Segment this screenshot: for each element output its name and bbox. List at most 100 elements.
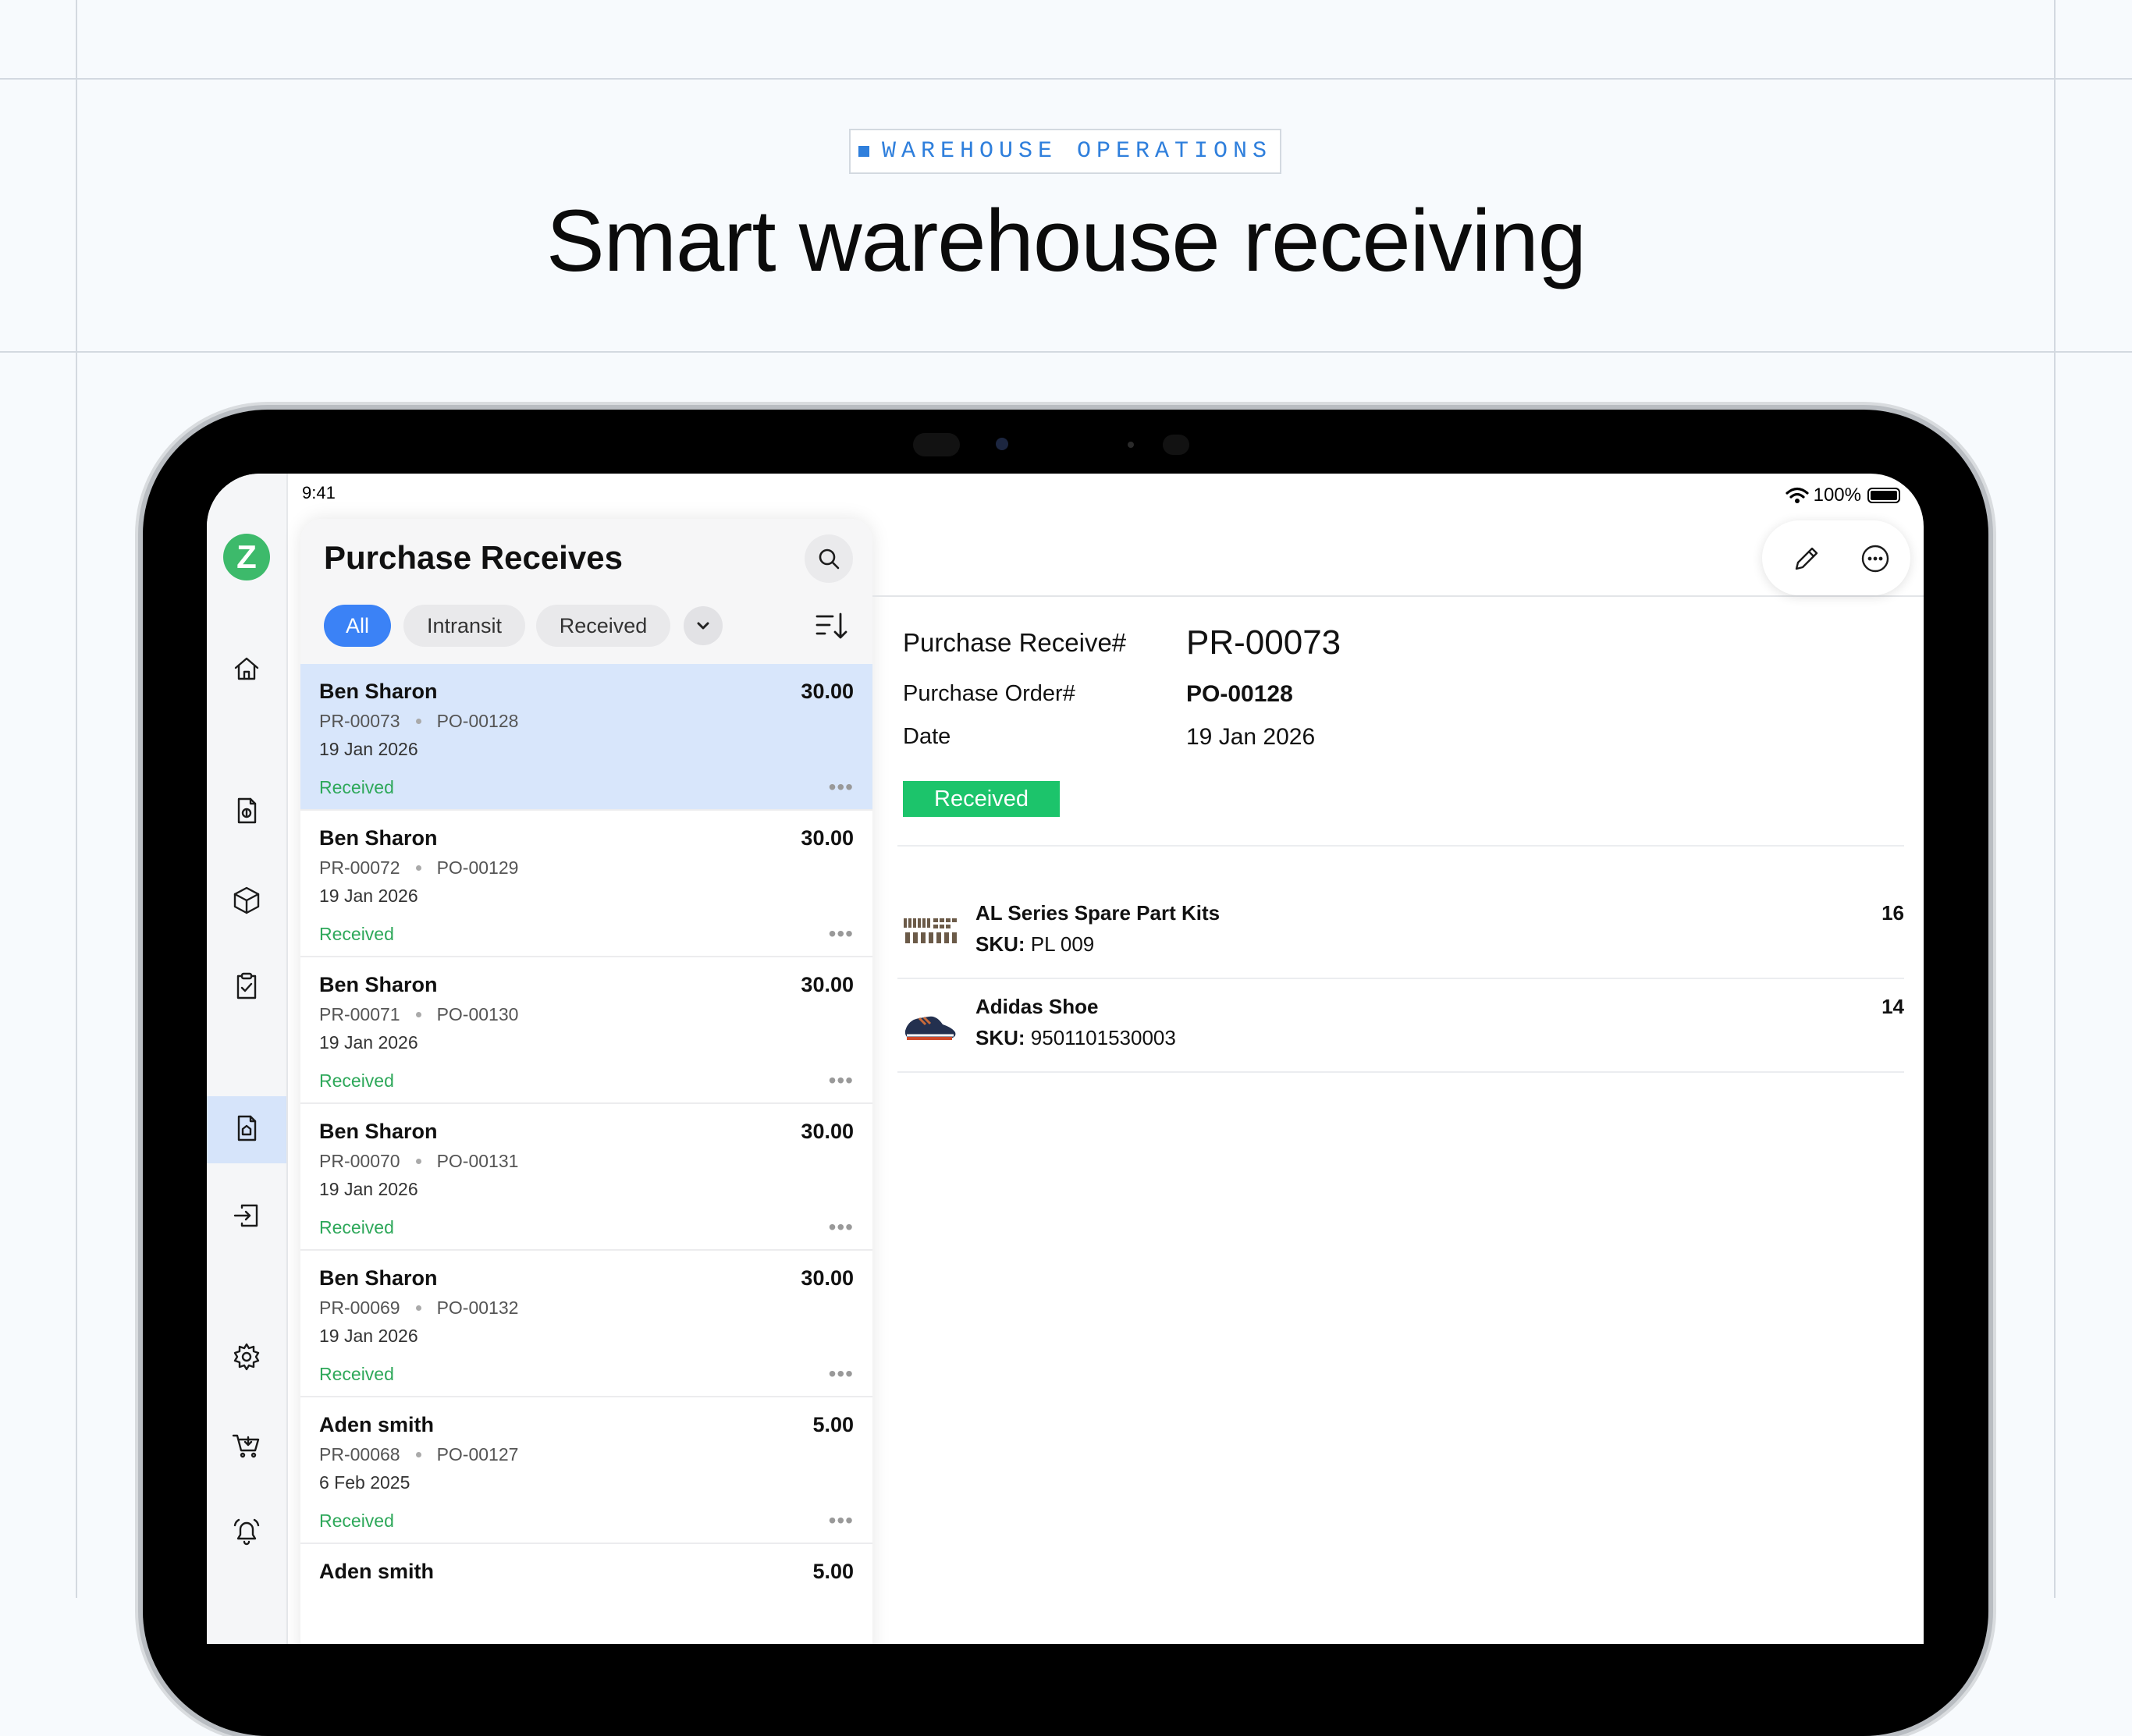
sku-label: SKU: bbox=[975, 932, 1025, 956]
amount: 30.00 bbox=[801, 973, 854, 996]
spare-parts-thumbnail bbox=[904, 918, 957, 943]
separator-dot bbox=[415, 1452, 421, 1457]
chevron-down-icon bbox=[697, 622, 709, 630]
edit-button[interactable] bbox=[1790, 542, 1823, 575]
sku-value: PL 009 bbox=[1030, 932, 1095, 956]
reference-ids: PR-00073 PO-00128 bbox=[319, 711, 518, 732]
po-number: PO-00128 bbox=[436, 711, 519, 731]
purchase-receive-icon[interactable] bbox=[231, 1113, 262, 1144]
list-item[interactable]: Ben Sharon 30.00 PR-00072 PO-00129 19 Jan… bbox=[300, 811, 872, 957]
app-logo[interactable]: Z bbox=[223, 534, 270, 580]
search-button[interactable] bbox=[805, 534, 853, 583]
receive-date: 19 Jan 2026 bbox=[319, 886, 418, 906]
amount: 30.00 bbox=[801, 1266, 854, 1290]
more-dots-icon[interactable]: ••• bbox=[829, 1068, 854, 1093]
separator-dot bbox=[415, 1012, 421, 1017]
list-header: Purchase Receives All Intransit Received bbox=[300, 519, 872, 664]
status-label: Received bbox=[319, 1511, 394, 1531]
list-title: Purchase Receives bbox=[324, 539, 623, 576]
action-bar bbox=[1762, 520, 1910, 595]
detail-toolbar bbox=[872, 474, 1924, 597]
more-dots-icon[interactable]: ••• bbox=[829, 775, 854, 800]
purchase-order-label: Purchase Order# bbox=[903, 681, 1075, 706]
pr-number: PR-00071 bbox=[319, 1004, 400, 1024]
reference-ids: PR-00072 PO-00129 bbox=[319, 857, 518, 879]
list-item[interactable]: Ben Sharon 30.00 PR-00069 PO-00132 19 Jan… bbox=[300, 1251, 872, 1397]
more-options-button[interactable] bbox=[1859, 542, 1892, 575]
camera-lens bbox=[996, 438, 1008, 450]
receive-date: 19 Jan 2026 bbox=[319, 739, 418, 759]
bell-icon[interactable] bbox=[231, 1516, 262, 1547]
vendor-name: Aden smith bbox=[319, 1413, 435, 1436]
amount: 30.00 bbox=[801, 1120, 854, 1143]
separator-dot bbox=[415, 865, 421, 871]
pr-number: PR-00069 bbox=[319, 1298, 400, 1318]
reference-ids: PR-00069 PO-00132 bbox=[319, 1298, 518, 1319]
pr-number: PR-00073 bbox=[319, 711, 400, 731]
item-name: AL Series Spare Part Kits bbox=[975, 901, 1221, 925]
transfer-icon[interactable] bbox=[231, 1200, 262, 1231]
status-time: 9:41 bbox=[302, 483, 336, 502]
cart-icon[interactable] bbox=[231, 1429, 262, 1461]
more-dots-icon[interactable]: ••• bbox=[829, 1361, 854, 1386]
clipboard-check-icon[interactable] bbox=[231, 971, 262, 1002]
purchase-order-number[interactable]: PO-00128 bbox=[1186, 681, 1293, 708]
vendor-name: Ben Sharon bbox=[319, 1120, 438, 1143]
line-item[interactable]: AL Series Spare Part Kits SKU: PL 009 16 bbox=[897, 886, 1904, 979]
section-tag: WAREHOUSE OPERATIONS bbox=[849, 129, 1281, 174]
reference-ids: PR-00068 PO-00127 bbox=[319, 1444, 518, 1465]
reference-ids: PR-00070 PO-00131 bbox=[319, 1151, 518, 1172]
more-dots-icon[interactable]: ••• bbox=[829, 921, 854, 946]
vendor-name: Ben Sharon bbox=[319, 680, 438, 703]
shoe-thumbnail bbox=[904, 1016, 956, 1040]
list-item[interactable]: Aden smith 5.00 PR-00068 PO-00127 6 Feb 2… bbox=[300, 1397, 872, 1544]
vendor-name: Ben Sharon bbox=[319, 973, 438, 996]
purchase-receive-list: Ben Sharon 30.00 PR-00073 PO-00128 19 Jan… bbox=[300, 664, 872, 1644]
purchase-receive-number: PR-00073 bbox=[1186, 623, 1341, 662]
section-tag-label: WAREHOUSE OPERATIONS bbox=[881, 138, 1273, 165]
item-sku: SKU: PL 009 bbox=[975, 932, 1094, 957]
po-number: PO-00127 bbox=[436, 1444, 519, 1464]
home-icon[interactable] bbox=[231, 653, 262, 684]
amount: 30.00 bbox=[801, 826, 854, 850]
date-value: 19 Jan 2026 bbox=[1186, 724, 1316, 750]
tag-square-icon bbox=[858, 146, 869, 157]
vendor-name: Aden smith bbox=[319, 1560, 435, 1583]
sort-button[interactable] bbox=[814, 608, 850, 644]
receive-date: 19 Jan 2026 bbox=[319, 1179, 418, 1199]
line-item[interactable]: Adidas Shoe SKU: 9501101530003 14 bbox=[897, 979, 1904, 1073]
divider bbox=[897, 845, 1904, 847]
headline: Smart warehouse receiving bbox=[545, 192, 1587, 289]
filter-chip-all[interactable]: All bbox=[324, 605, 391, 647]
list-item[interactable]: Ben Sharon 30.00 PR-00070 PO-00131 19 Jan… bbox=[300, 1104, 872, 1251]
status-label: Received bbox=[319, 924, 394, 944]
more-dots-icon[interactable]: ••• bbox=[829, 1508, 854, 1533]
date-label: Date bbox=[903, 724, 951, 749]
item-name: Adidas Shoe bbox=[975, 995, 1099, 1018]
po-number: PO-00130 bbox=[436, 1004, 519, 1024]
camera-sensor bbox=[913, 433, 960, 456]
list-item[interactable]: Aden smith 5.00 bbox=[300, 1544, 872, 1644]
more-dots-icon[interactable]: ••• bbox=[829, 1215, 854, 1240]
guide-line bbox=[0, 351, 2132, 353]
purchase-receive-label: Purchase Receive# bbox=[903, 628, 1127, 657]
vendor-name: Ben Sharon bbox=[319, 826, 438, 850]
search-icon bbox=[819, 548, 840, 570]
nav-rail: Z bbox=[207, 474, 288, 1644]
box-icon[interactable] bbox=[231, 885, 262, 916]
filter-more-button[interactable] bbox=[684, 606, 723, 645]
invoice-icon[interactable] bbox=[231, 795, 262, 826]
gear-icon[interactable] bbox=[231, 1341, 262, 1372]
filter-chip-received[interactable]: Received bbox=[536, 605, 670, 647]
list-item[interactable]: Ben Sharon 30.00 PR-00073 PO-00128 19 Jan… bbox=[300, 664, 872, 811]
amount: 5.00 bbox=[812, 1560, 854, 1583]
list-item[interactable]: Ben Sharon 30.00 PR-00071 PO-00130 19 Jan… bbox=[300, 957, 872, 1104]
filter-chip-intransit[interactable]: Intransit bbox=[403, 605, 525, 647]
reference-ids: PR-00071 PO-00130 bbox=[319, 1004, 518, 1025]
vendor-name: Ben Sharon bbox=[319, 1266, 438, 1290]
pr-number: PR-00072 bbox=[319, 857, 400, 878]
camera-sensor bbox=[1128, 442, 1134, 448]
item-quantity: 14 bbox=[1881, 995, 1904, 1018]
list-pane: Purchase Receives All Intransit Received… bbox=[300, 519, 872, 1644]
item-quantity: 16 bbox=[1881, 901, 1904, 925]
